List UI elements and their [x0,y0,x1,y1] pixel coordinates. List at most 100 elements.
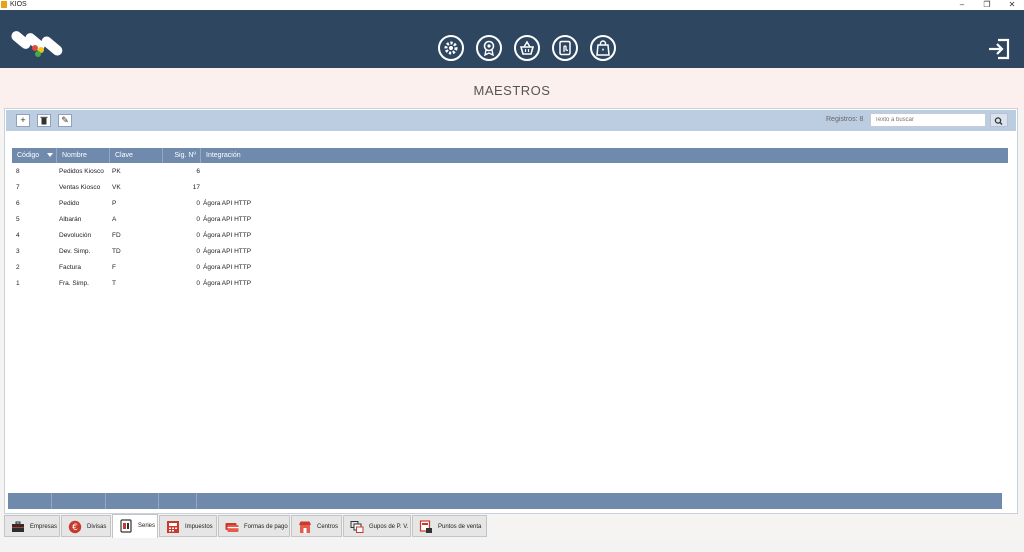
table-row[interactable]: 1 Fra. Simp. T 0 Ágora API HTTP [12,276,1008,292]
table-row[interactable]: 8 Pedidos Kiosco PK 6 [12,164,1008,180]
grid-toolbar [6,110,1016,131]
bottom-tab-bar: Empresas € Divisas Series Impuestos Form… [0,514,1024,538]
tab-label: Divisas [87,524,107,530]
bottom-strip [0,538,1024,552]
tab-label: Formas de pago [244,524,288,530]
cell-clave: P [112,200,117,207]
brand-logo[interactable] [8,25,70,65]
cell-sig: 0 [196,232,200,239]
cell-integracion: Ágora API HTTP [203,248,252,255]
cell-nombre: Pedido [59,200,80,207]
tab-label: Puntos de venta [438,524,482,530]
cell-nombre: Fra. Simp. [59,280,89,287]
cell-nombre: Pedidos Kiosco [59,168,104,175]
tax-icon [167,521,179,533]
minimize-button[interactable]: – [952,0,972,10]
gear-icon[interactable] [438,35,464,61]
cell-clave: PK [112,168,121,175]
cell-codigo: 6 [16,200,20,207]
cell-clave: F [112,264,116,271]
basket-icon[interactable] [514,35,540,61]
edit-button[interactable]: ✎ [58,114,72,127]
column-header-sig[interactable]: Sig. Nº [163,148,201,163]
table-row[interactable]: 3 Dev. Simp. TD 0 Ágora API HTTP [12,244,1008,260]
cell-codigo: 8 [16,168,20,175]
cell-nombre: Albarán [59,216,82,223]
window-title: KIOS [10,1,27,8]
cell-clave: FD [112,232,121,239]
column-header-clave[interactable]: Clave [110,148,163,163]
cell-codigo: 3 [16,248,20,255]
tab-empresas[interactable]: Empresas [4,515,60,537]
cell-nombre: Dev. Simp. [59,248,91,255]
pos-group-icon [350,521,364,533]
tab-label: Empresas [30,524,58,530]
records-count: Registros: 8 [826,116,864,123]
card-icon [225,523,239,532]
delete-button[interactable] [37,114,51,127]
tab-label: Gupos de P. V. [369,524,409,530]
search-button[interactable] [990,113,1008,127]
table-row[interactable]: 5 Albarán A 0 Ágora API HTTP [12,212,1008,228]
cell-codigo: 4 [16,232,20,239]
cell-integracion: Ágora API HTTP [203,280,252,287]
column-header-nombre[interactable]: Nombre [57,148,110,163]
svg-text:€: € [72,523,78,533]
tab-impuestos[interactable]: Impuestos [159,515,217,537]
tab-formas-de-pago[interactable]: Formas de pago [218,515,290,537]
search-input[interactable] [870,113,986,127]
cell-sig: 0 [196,200,200,207]
tab-label: Impuestos [185,524,213,530]
cell-sig: 0 [196,216,200,223]
pos-icon [419,520,432,533]
footer-divider [105,493,106,509]
exit-icon[interactable] [986,36,1012,62]
cell-codigo: 7 [16,184,20,191]
cell-integracion: Ágora API HTTP [203,232,252,239]
maximize-button[interactable]: ❐ [977,0,997,10]
tab-label: Series [138,523,156,529]
table-footer [8,493,1002,509]
column-header-codigo[interactable]: Código [12,148,57,163]
cell-integracion: Ágora API HTTP [203,264,252,271]
cell-nombre: Ventas Kiosco [59,184,101,191]
table-header: Código Nombre Clave Sig. Nº Integración [12,148,1008,163]
series-icon [120,519,132,533]
cell-sig: 6 [196,168,200,175]
close-button[interactable]: ✕ [1002,0,1022,10]
cell-sig: 0 [196,248,200,255]
cell-codigo: 1 [16,280,20,287]
window-titlebar: KIOS – ❐ ✕ [0,0,1024,10]
cell-codigo: 5 [16,216,20,223]
badge-icon[interactable] [476,35,502,61]
tab-centros[interactable]: Centros [291,515,342,537]
table-row[interactable]: 2 Factura F 0 Ágora API HTTP [12,260,1008,276]
column-header-integracion[interactable]: Integración [201,148,1008,163]
cell-integracion: Ágora API HTTP [203,216,252,223]
cell-sig: 17 [192,184,200,191]
cell-clave: T [112,280,116,287]
cell-integracion: Ágora API HTTP [203,200,252,207]
table-row[interactable]: 4 Devolución FD 0 Ágora API HTTP [12,228,1008,244]
tab-series[interactable]: Series [112,514,158,538]
cell-codigo: 2 [16,264,20,271]
tab-label: Centros [317,524,339,530]
tab-puntos-de-venta[interactable]: Puntos de venta [412,515,487,537]
footer-divider [158,493,159,509]
touch-document-icon[interactable] [552,35,578,61]
add-button[interactable]: + [16,114,30,127]
table-row[interactable]: 7 Ventas Kiosco VK 17 [12,180,1008,196]
tab-grupos-pv[interactable]: Gupos de P. V. [343,515,411,537]
page-title: MAESTROS [473,83,551,98]
shopping-bag-icon[interactable] [590,35,616,61]
cell-clave: VK [112,184,121,191]
tab-divisas[interactable]: € Divisas [61,515,111,537]
table-row[interactable]: 6 Pedido P 0 Ágora API HTTP [12,196,1008,212]
euro-icon: € [68,520,82,534]
cell-sig: 0 [196,264,200,271]
footer-divider [51,493,52,509]
cell-nombre: Factura [59,264,82,271]
sort-down-icon [47,153,53,157]
cell-clave: TD [112,248,121,255]
search-icon [994,117,1003,125]
